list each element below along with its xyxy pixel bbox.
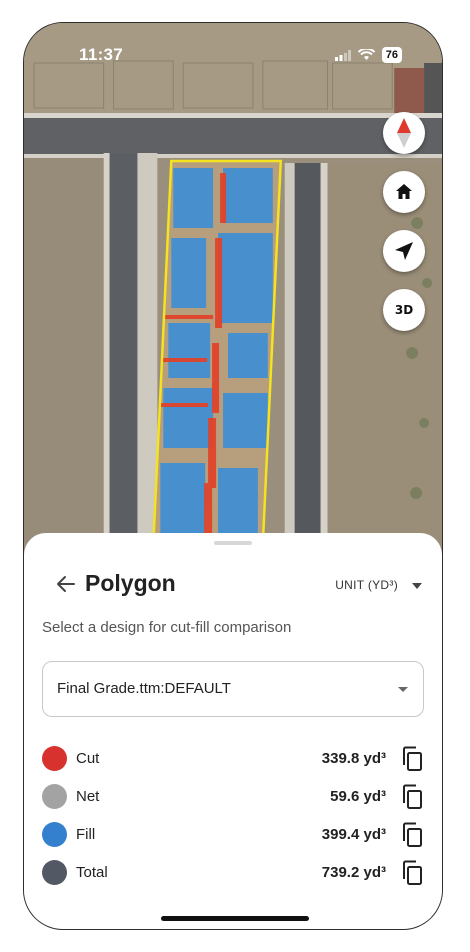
total-color-dot	[42, 860, 67, 885]
bottom-sheet: Polygon UNIT (YD³) Select a design for c…	[24, 533, 442, 929]
unit-selector[interactable]: UNIT (YD³)	[335, 578, 398, 592]
metric-label: Net	[76, 788, 100, 805]
status-icons: 76	[334, 47, 402, 63]
metric-row-fill: Fill 399.4 yd³	[42, 816, 424, 854]
signal-icon	[334, 49, 351, 61]
home-button[interactable]	[383, 171, 425, 213]
copy-icon[interactable]	[400, 860, 424, 886]
status-time: 11:37	[79, 45, 124, 64]
back-arrow-icon[interactable]	[54, 572, 78, 596]
metric-label: Fill	[76, 826, 96, 843]
battery-indicator: 76	[381, 47, 402, 63]
metric-label: Cut	[76, 750, 100, 767]
panel-title: Polygon	[85, 570, 176, 596]
metric-row-total: Total 739.2 yd³	[42, 854, 424, 892]
panel-subtitle: Select a design for cut-fill comparison	[42, 619, 292, 636]
metric-row-net: Net 59.6 yd³	[42, 778, 424, 816]
home-icon	[396, 184, 412, 199]
home-indicator[interactable]	[161, 916, 309, 921]
copy-icon[interactable]	[400, 784, 424, 810]
metric-row-cut: Cut 339.8 yd³	[42, 740, 424, 778]
navigation-arrow-icon	[395, 242, 413, 260]
copy-icon[interactable]	[400, 822, 424, 848]
metric-value: 739.2 yd³	[321, 864, 386, 881]
metric-label: Total	[76, 864, 108, 881]
compass-button[interactable]	[383, 112, 425, 154]
design-select[interactable]: Final Grade.ttm:DEFAULT	[42, 661, 424, 717]
chevron-down-icon[interactable]	[412, 583, 422, 589]
net-color-dot	[42, 784, 67, 809]
compass-icon	[397, 118, 411, 148]
copy-icon[interactable]	[400, 746, 424, 772]
metric-value: 59.6 yd³	[330, 788, 386, 805]
toggle-3d-button[interactable]: 3D	[383, 289, 425, 331]
metric-value: 339.8 yd³	[321, 750, 386, 767]
locate-button[interactable]	[383, 230, 425, 272]
toggle-3d-label: 3D	[394, 303, 414, 317]
sheet-drag-handle[interactable]	[214, 541, 252, 545]
cut-color-dot	[42, 746, 67, 771]
wifi-icon	[357, 49, 375, 60]
phone-frame: 11:37 76 3D Polygon UNIT (YD³) Select a …	[23, 22, 443, 930]
map-view[interactable]	[24, 23, 442, 543]
metric-value: 399.4 yd³	[321, 826, 386, 843]
design-select-value: Final Grade.ttm:DEFAULT	[57, 680, 231, 697]
fill-color-dot	[42, 822, 67, 847]
status-bar: 11:37 76	[24, 23, 442, 64]
panel-header: Polygon UNIT (YD³)	[42, 570, 424, 600]
metrics-list: Cut 339.8 yd³ Net 59.6 yd³ Fill 399.4 yd…	[42, 740, 424, 892]
dropdown-caret-icon	[398, 687, 408, 692]
